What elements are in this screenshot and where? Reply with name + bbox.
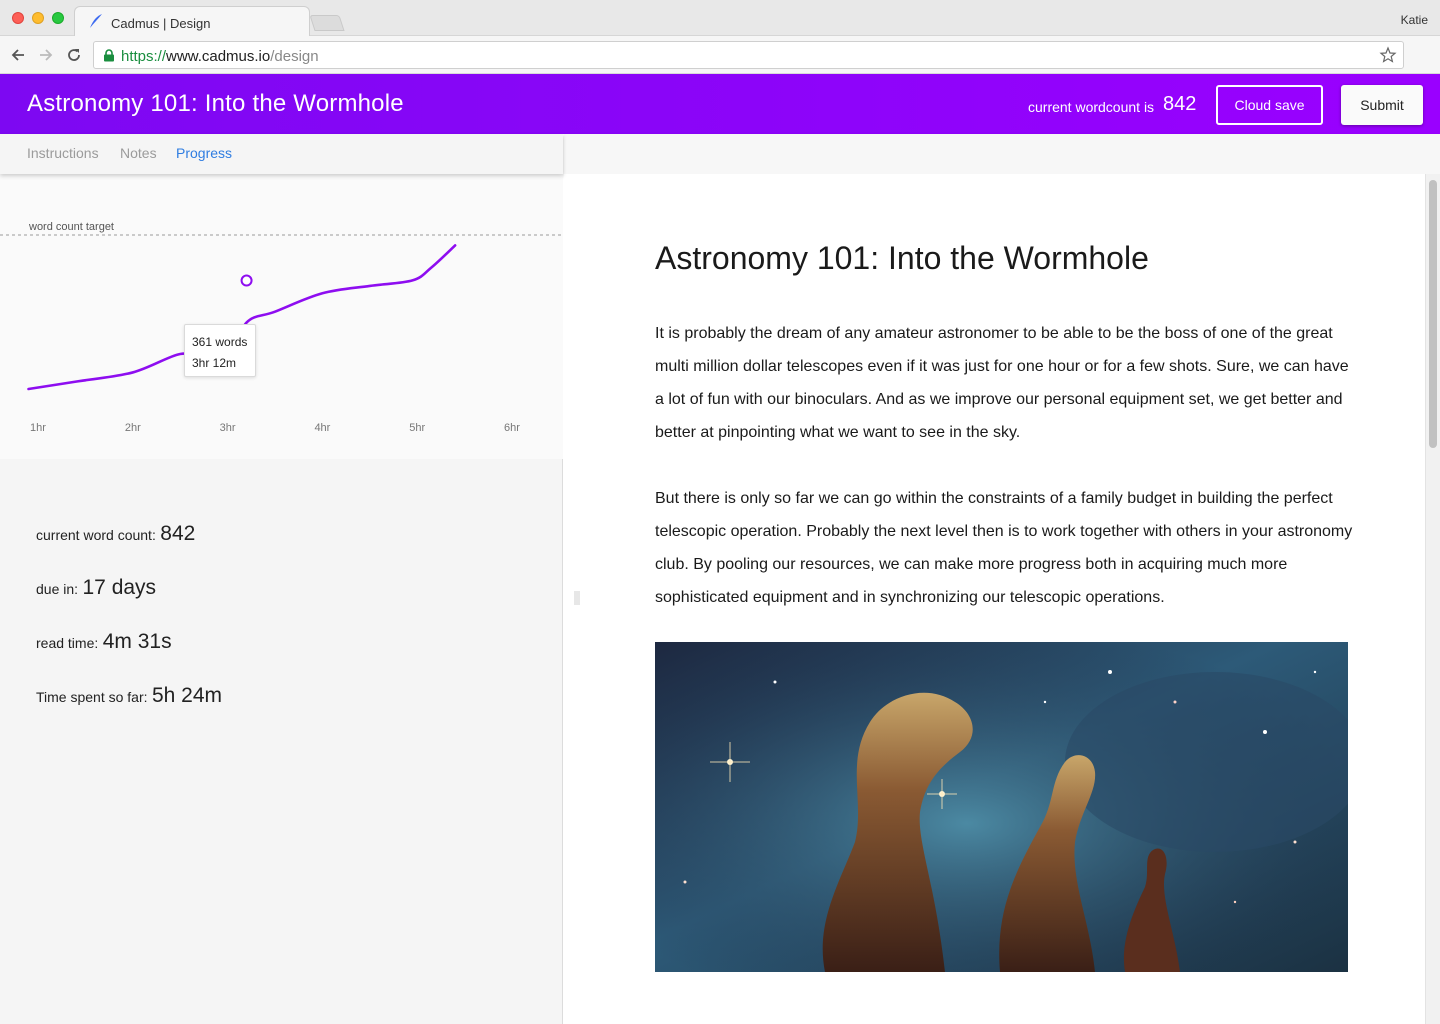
document-title[interactable]: Astronomy 101: Into the Wormhole	[655, 240, 1149, 277]
tooltip-time: 3hr 12m	[192, 356, 237, 370]
stat-value: 4m 31s	[102, 630, 172, 653]
chart-tooltip: 361 words 3hr 12m	[184, 324, 256, 377]
x-tick-label: 2hr	[125, 422, 141, 434]
progress-chart: word count target 1hr 2hr 3hr 4hr 5hr 6hr 361 …	[0, 174, 563, 459]
wordcount-label: current wordcount is	[1028, 99, 1155, 115]
document-paragraph[interactable]: It is probably the dream of any amateur …	[655, 317, 1355, 449]
browser-tab-bar: Cadmus | Design Katie	[0, 0, 1440, 37]
stat-label: Time spent so far:	[36, 689, 148, 705]
tab-instructions[interactable]: Instructions	[27, 145, 99, 161]
x-tick-label: 3hr	[220, 422, 236, 434]
browser-toolbar: https://www.cadmus.io/design	[0, 36, 1440, 74]
sidebar-tabs: Instructions Notes Progress	[0, 134, 563, 174]
progress-chart-svg: word count target 1hr 2hr 3hr 4hr 5hr 6hr	[0, 221, 563, 434]
stat-label: due in:	[36, 581, 79, 597]
document-editor[interactable]: Astronomy 101: Into the Wormhole It is p…	[564, 174, 1425, 1024]
url-path: /design	[270, 48, 319, 65]
tab-progress[interactable]: Progress	[176, 145, 232, 161]
back-arrow-icon[interactable]	[9, 46, 27, 64]
url-protocol: https://	[121, 48, 167, 65]
document-scrollbar[interactable]	[1425, 174, 1440, 1024]
submit-button[interactable]: Submit	[1341, 85, 1423, 125]
url-host: www.cadmus.io	[166, 48, 271, 65]
maximize-window-button[interactable]	[52, 12, 64, 24]
progress-sidebar: Instructions Notes Progress word count t…	[0, 134, 563, 1024]
nebula-illustration	[655, 642, 1348, 972]
x-tick-label: 4hr	[314, 422, 330, 434]
stat-time-spent: Time spent so far: 5h 24m	[36, 684, 222, 708]
nebula-pillars-image[interactable]	[655, 642, 1348, 972]
browser-tab[interactable]: Cadmus | Design	[74, 6, 310, 37]
target-label: word count target	[28, 221, 114, 233]
stat-due-in: due in: 17 days	[36, 576, 156, 600]
x-tick-label: 1hr	[30, 422, 46, 434]
tooltip-words: 361 words	[192, 335, 248, 349]
cadmus-feather-icon	[90, 14, 102, 28]
url-text[interactable]: https://www.cadmus.io/design	[121, 48, 319, 65]
scrollbar-thumb[interactable]	[1429, 180, 1437, 448]
bookmark-star-icon[interactable]	[1379, 46, 1397, 64]
new-tab-button[interactable]	[309, 15, 345, 31]
stat-word-count: current word count: 842	[36, 522, 195, 546]
pane-resize-handle[interactable]	[574, 591, 580, 605]
x-tick-label: 6hr	[504, 422, 520, 434]
minimize-window-button[interactable]	[32, 12, 44, 24]
stat-label: current word count:	[36, 527, 156, 543]
app-header: Astronomy 101: Into the Wormhole current…	[0, 74, 1440, 134]
tooltip-point-marker	[240, 274, 253, 287]
stat-label: read time:	[36, 635, 99, 651]
forward-arrow-icon[interactable]	[37, 46, 55, 64]
tab-title: Cadmus | Design	[111, 16, 211, 31]
x-tick-label: 5hr	[409, 422, 425, 434]
cloud-save-button[interactable]: Cloud save	[1216, 85, 1323, 125]
editor-toolbar	[564, 134, 1440, 174]
stat-value: 17 days	[82, 576, 157, 599]
stat-value: 842	[160, 522, 196, 545]
close-window-button[interactable]	[12, 12, 24, 24]
profile-name[interactable]: Katie	[1401, 13, 1428, 27]
stat-read-time: read time: 4m 31s	[36, 630, 172, 654]
address-bar[interactable]: https://www.cadmus.io/design	[93, 41, 1404, 69]
stat-value: 5h 24m	[151, 684, 223, 707]
assignment-title: Astronomy 101: Into the Wormhole	[27, 90, 404, 117]
document-paragraph[interactable]: But there is only so far we can go withi…	[655, 482, 1355, 614]
wordcount-value: 842	[1163, 93, 1197, 115]
lock-icon	[104, 49, 114, 62]
reload-icon[interactable]	[65, 46, 83, 64]
tab-notes[interactable]: Notes	[120, 145, 157, 161]
